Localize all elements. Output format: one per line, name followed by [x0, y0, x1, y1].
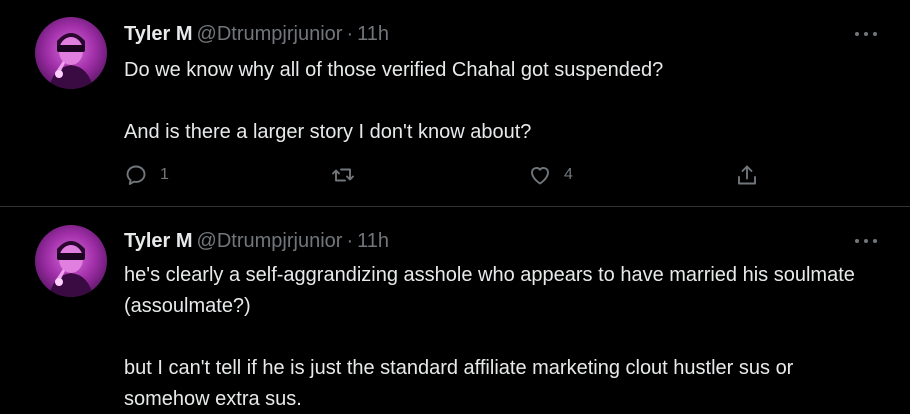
tweet-text: he's clearly a self-aggrandizing asshole… — [124, 260, 884, 414]
like-icon — [531, 167, 549, 185]
more-icon[interactable] — [855, 24, 877, 44]
share-icon — [738, 165, 756, 185]
author-name[interactable]: Tyler M — [124, 23, 193, 45]
tweet-paragraph: Do we know why all of those verified Cha… — [124, 59, 664, 81]
tweet-header: Tyler M @Dtrumpjrjunior · 11h — [124, 21, 389, 47]
reply-icon — [126, 165, 146, 185]
timestamp[interactable]: 11h — [357, 230, 389, 252]
avatar[interactable] — [35, 17, 107, 89]
reply-count: 1 — [160, 166, 169, 183]
tweet-paragraph: he's clearly a self-aggrandizing asshole… — [124, 264, 855, 317]
tweet-header: Tyler M @Dtrumpjrjunior · 11h — [124, 228, 389, 254]
tweet[interactable]: Tyler M @Dtrumpjrjunior · 11h Do we know wh… — [0, 0, 910, 207]
tweet-actions: 1 4 — [124, 160, 764, 190]
tweet[interactable]: Tyler M @Dtrumpjrjunior · 11h he's clearly … — [0, 207, 910, 414]
avatar-image — [49, 241, 93, 297]
separator: · — [346, 230, 354, 252]
retweet-icon — [332, 168, 354, 182]
share-button[interactable] — [735, 160, 759, 190]
like-button[interactable]: 4 — [528, 160, 573, 190]
reply-button[interactable]: 1 — [124, 160, 169, 190]
separator: · — [346, 23, 354, 45]
author-handle[interactable]: @Dtrumpjrjunior — [197, 23, 343, 45]
more-icon[interactable] — [855, 231, 877, 251]
timestamp[interactable]: 11h — [357, 23, 389, 45]
avatar[interactable] — [35, 225, 107, 297]
avatar-image — [49, 33, 93, 89]
author-handle[interactable]: @Dtrumpjrjunior — [197, 230, 343, 252]
tweet-paragraph: but I can't tell if he is just the stand… — [124, 357, 794, 410]
tweet-paragraph: And is there a larger story I don't know… — [124, 121, 532, 143]
tweet-text: Do we know why all of those verified Cha… — [124, 55, 884, 148]
like-count: 4 — [564, 166, 573, 183]
author-name[interactable]: Tyler M — [124, 230, 193, 252]
retweet-button[interactable] — [331, 160, 367, 190]
